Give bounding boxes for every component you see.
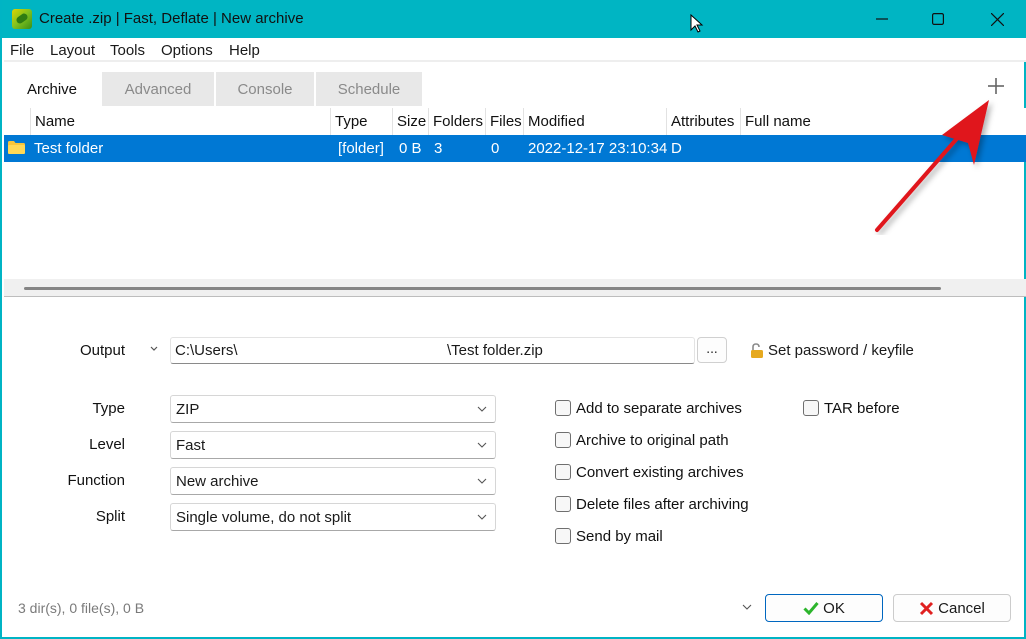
checkbox-box[interactable] [555,432,571,448]
minimize-icon [876,18,888,20]
status-text: 3 dir(s), 0 file(s), 0 B [18,600,145,616]
row-attributes: D [671,140,682,157]
column-attributes[interactable]: Attributes [666,108,740,135]
split-select[interactable]: Single volume, do not split [170,503,496,531]
tab-schedule[interactable]: Schedule [316,72,422,106]
column-modified[interactable]: Modified [523,108,666,135]
tab-console[interactable]: Console [216,72,314,106]
level-select[interactable]: Fast [170,431,496,459]
chevron-down-icon [477,514,487,520]
app-window: Create .zip | Fast, Deflate | New archiv… [0,0,1026,639]
minimize-button[interactable] [853,0,911,38]
output-label: Output [79,342,125,359]
delete-files-after-archiving-checkbox[interactable]: Delete files after archiving [555,494,749,514]
row-name: Test folder [34,140,104,157]
output-path-input[interactable]: C:\Users\ \Test folder.zip [170,337,695,364]
maximize-button[interactable] [909,0,967,38]
chevron-down-icon [477,478,487,484]
checkbox-label: Add to separate archives [576,399,742,417]
split-label: Split [95,508,125,525]
tab-advanced[interactable]: Advanced [102,72,214,106]
folder-icon [8,141,25,154]
tab-archive[interactable]: Archive [4,72,100,106]
window-title: Create .zip | Fast, Deflate | New archiv… [39,10,304,27]
send-by-mail-checkbox[interactable]: Send by mail [555,526,663,546]
output-path-prefix: C:\Users\ [175,342,238,359]
menu-layout[interactable]: Layout [50,42,95,59]
checkbox-box[interactable] [555,464,571,480]
checkbox-label: Send by mail [576,527,663,545]
file-list-header: Name Type Size Folders Files Modified At… [4,108,1026,135]
close-button[interactable] [968,0,1026,38]
column-folders[interactable]: Folders [428,108,485,135]
checkbox-label: Convert existing archives [576,463,744,481]
set-password-link[interactable]: Set password / keyfile [768,342,914,359]
function-label: Function [67,472,125,489]
function-select[interactable]: New archive [170,467,496,495]
row-modified: 2022-12-17 23:10:34 [528,140,668,157]
file-list-row[interactable]: Test folder [folder] 0 B 3 0 2022-12-17 … [4,135,1026,162]
menu-options[interactable]: Options [161,42,213,59]
mouse-cursor-icon [690,14,704,33]
type-select-value: ZIP [176,401,200,418]
ok-button[interactable]: OK [765,594,883,622]
convert-existing-archives-checkbox[interactable]: Convert existing archives [555,462,744,482]
checkbox-label: Delete files after archiving [576,495,749,513]
cancel-label: Cancel [938,599,985,617]
output-path-filename: \Test folder.zip [447,342,543,359]
column-type[interactable]: Type [330,108,392,135]
checkbox-box[interactable] [555,496,571,512]
row-files: 0 [491,140,500,157]
add-files-button[interactable] [985,75,1007,97]
browse-output-button[interactable]: ... [697,337,727,363]
type-select[interactable]: ZIP [170,395,496,423]
close-icon [990,12,1004,26]
output-history-chevron-icon[interactable] [148,344,160,354]
ok-label: OK [823,599,845,617]
column-name[interactable]: Name [30,108,330,135]
column-full-name[interactable]: Full name [740,108,860,135]
chevron-down-icon [477,442,487,448]
row-folders: 3 [434,140,443,157]
function-select-value: New archive [176,473,259,490]
row-full-name [741,135,745,162]
menu-help[interactable]: Help [229,42,260,59]
level-label: Level [89,436,125,453]
checkbox-box[interactable] [555,400,571,416]
title-bar[interactable]: Create .zip | Fast, Deflate | New archiv… [2,0,1026,38]
row-type: [folder] [338,140,384,157]
tar-before-checkbox[interactable]: TAR before [803,398,900,418]
add-to-separate-archives-checkbox[interactable]: Add to separate archives [555,398,742,418]
peazip-logo-icon [12,9,32,29]
cancel-x-icon [920,601,934,615]
type-label: Type [92,400,125,417]
cancel-button[interactable]: Cancel [893,594,1011,622]
column-files[interactable]: Files [485,108,523,135]
more-options-chevron-icon[interactable] [742,604,752,611]
maximize-icon [932,13,944,25]
scrollbar-thumb[interactable] [24,287,941,290]
menu-bar: File Layout Tools Options Help [4,38,1026,62]
checkbox-label: Archive to original path [576,431,729,449]
checkbox-box[interactable] [803,400,819,416]
split-select-value: Single volume, do not split [176,509,352,526]
checkbox-label: TAR before [824,399,900,417]
menu-tools[interactable]: Tools [110,42,145,59]
menu-file[interactable]: File [10,42,34,59]
chevron-down-icon [477,406,487,412]
column-size[interactable]: Size [392,108,428,135]
row-size: 0 B [399,140,422,157]
archive-to-original-path-checkbox[interactable]: Archive to original path [555,430,729,450]
level-select-value: Fast [176,437,206,454]
horizontal-scrollbar[interactable] [4,279,1026,297]
unlocked-padlock-icon [751,343,763,358]
checkmark-icon [803,602,819,615]
plus-icon [988,78,1004,94]
checkbox-box[interactable] [555,528,571,544]
